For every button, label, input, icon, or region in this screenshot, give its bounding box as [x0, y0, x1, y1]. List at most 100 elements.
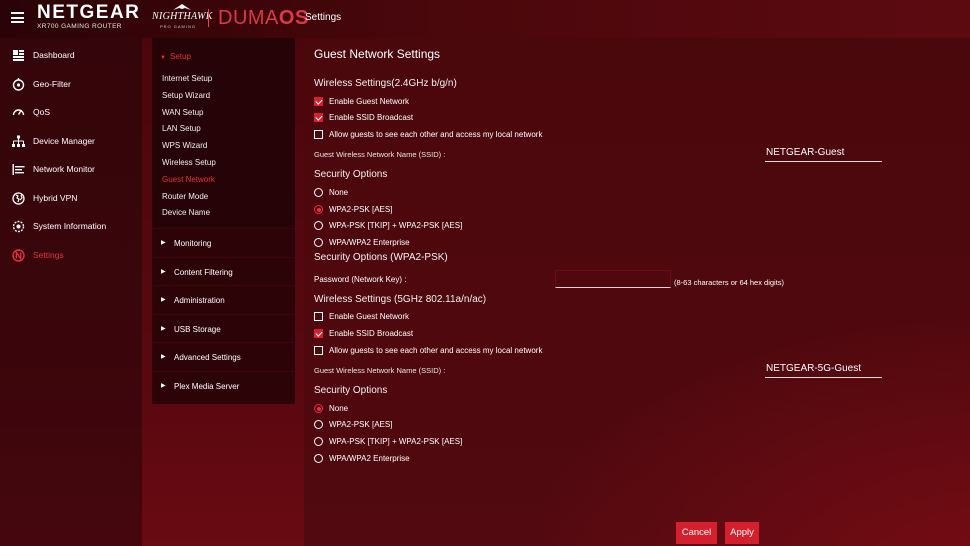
- nav-label: Geo-Filter: [33, 79, 71, 89]
- nav-label: Hybrid VPN: [33, 193, 78, 203]
- device-manager-icon: [12, 135, 25, 147]
- radio-circle[interactable]: [314, 420, 323, 429]
- nav-item-settings[interactable]: Settings: [0, 246, 142, 266]
- caret-right-icon: ▶: [161, 240, 166, 246]
- radio-label: WPA/WPA2 Enterprise: [329, 238, 410, 247]
- nav-item-network-monitor[interactable]: Network Monitor: [0, 160, 142, 180]
- group-label: Monitoring: [174, 239, 212, 248]
- checkbox-box[interactable]: [314, 312, 323, 321]
- cancel-button[interactable]: Cancel: [676, 522, 717, 544]
- radio-label: WPA-PSK [TKIP] + WPA2-PSK [AES]: [329, 437, 463, 446]
- security-options-title-5: Security Options: [314, 385, 388, 396]
- system-info-icon: [12, 220, 25, 233]
- subnav-item-wireless-setup[interactable]: Wireless Setup: [162, 158, 216, 167]
- page-title: Guest Network Settings: [314, 47, 441, 61]
- checkbox-box[interactable]: [314, 329, 323, 338]
- radio-label: WPA2-PSK [AES]: [329, 205, 393, 214]
- brand-name: NETGEAR: [37, 2, 141, 23]
- apply-button[interactable]: Apply: [725, 522, 759, 544]
- radio-label: WPA-PSK [TKIP] + WPA2-PSK [AES]: [329, 221, 463, 230]
- checkbox-label: Allow guests to see each other and acces…: [329, 346, 543, 355]
- checkbox-label: Enable SSID Broadcast: [329, 329, 414, 338]
- radio-circle[interactable]: [314, 404, 323, 413]
- subnav-item-internet-setup[interactable]: Internet Setup: [162, 74, 212, 83]
- nav-label: QoS: [33, 107, 51, 117]
- nav-label: Device Manager: [33, 136, 95, 146]
- security-options-title-24: Security Options: [314, 169, 388, 180]
- subnav-group-content-filtering[interactable]: ▶ Content Filtering: [152, 257, 295, 286]
- setup-group: ▼ Setup Internet Setup Setup Wizard WAN S…: [152, 38, 295, 228]
- section-title-5ghz: Wireless Settings (5GHz 802.11a/n/ac): [314, 294, 487, 305]
- subnav-item-wps-wizard[interactable]: WPS Wizard: [162, 141, 207, 150]
- radio-label: None: [329, 404, 349, 413]
- caret-right-icon: ▶: [161, 297, 166, 303]
- radio-circle[interactable]: [314, 437, 323, 446]
- caret-right-icon: ▶: [161, 269, 166, 275]
- checkbox-box[interactable]: [314, 346, 323, 355]
- radio-label: WPA2-PSK [AES]: [329, 420, 393, 429]
- caret-right-icon: ▶: [161, 383, 166, 389]
- nighthawk-wing-icon: [173, 4, 191, 10]
- radio-circle[interactable]: [314, 238, 323, 247]
- left-sidebar: Dashboard Geo-Filter QoS Device Manager …: [0, 38, 142, 546]
- subnav-group-advanced-settings[interactable]: ▶ Advanced Settings: [152, 342, 295, 371]
- dumaos-logo: DUMAOS: [218, 7, 309, 29]
- ssid-input-5[interactable]: NETGEAR-5G-Guest: [765, 361, 882, 378]
- checkbox-box[interactable]: [314, 130, 323, 139]
- subnav-item-lan-setup[interactable]: LAN Setup: [162, 124, 201, 133]
- checkbox-box[interactable]: [314, 113, 323, 122]
- caret-down-icon: ▼: [160, 55, 166, 61]
- subnav-item-device-name[interactable]: Device Name: [162, 208, 210, 217]
- radio-circle[interactable]: [314, 221, 323, 230]
- group-label: Content Filtering: [174, 268, 233, 277]
- nav-item-dashboard[interactable]: Dashboard: [0, 46, 142, 66]
- checkbox-label: Enable Guest Network: [329, 312, 410, 321]
- radio-circle[interactable]: [314, 188, 323, 197]
- ssid-label-24: Guest Wireless Network Name (SSID) :: [314, 150, 446, 159]
- subnav-group-setup[interactable]: ▼ Setup: [160, 52, 191, 61]
- subnav-group-administration[interactable]: ▶ Administration: [152, 285, 295, 314]
- radio-circle[interactable]: [314, 205, 323, 214]
- subnav-group-plex-media-server[interactable]: ▶ Plex Media Server: [152, 371, 295, 400]
- group-label: USB Storage: [174, 325, 221, 334]
- radio-circle[interactable]: [314, 454, 323, 463]
- header-divider: [208, 9, 209, 27]
- radio-label: None: [329, 188, 349, 197]
- netgear-logo: NETGEAR XR700 GAMING ROUTER: [37, 3, 140, 30]
- nav-item-device-manager[interactable]: Device Manager: [0, 132, 142, 152]
- password-hint: (8-63 characters or 64 hex digits): [674, 278, 785, 287]
- group-label: Plex Media Server: [174, 382, 240, 391]
- subnav-item-guest-network[interactable]: Guest Network: [162, 175, 215, 184]
- nighthawk-logo: NIGHTHAWK: [152, 11, 213, 22]
- subnav-item-wan-setup[interactable]: WAN Setup: [162, 108, 204, 117]
- dashboard-icon: [13, 50, 24, 61]
- nav-item-geo-filter[interactable]: Geo-Filter: [0, 75, 142, 95]
- subnav-group-monitoring[interactable]: ▶ Monitoring: [152, 228, 295, 257]
- settings-subnav: ▼ Setup Internet Setup Setup Wizard WAN S…: [152, 38, 295, 404]
- group-label: Advanced Settings: [174, 353, 241, 362]
- page-section-title: Settings: [305, 12, 342, 23]
- caret-right-icon: ▶: [161, 326, 166, 332]
- checkbox-label: Enable Guest Network: [329, 97, 410, 106]
- nav-item-qos[interactable]: QoS: [0, 103, 142, 123]
- subnav-item-setup-wizard[interactable]: Setup Wizard: [162, 91, 210, 100]
- nighthawk-tagline: PRO GAMING: [160, 24, 197, 29]
- main-panel: Guest Network Settings Wireless Settings…: [304, 38, 970, 546]
- ssid-label-5: Guest Wireless Network Name (SSID) :: [314, 366, 446, 375]
- checkbox-label: Enable SSID Broadcast: [329, 113, 414, 122]
- top-bar: NETGEAR XR700 GAMING ROUTER NIGHTHAWK PR…: [0, 0, 970, 38]
- router-model: XR700 GAMING ROUTER: [37, 23, 122, 30]
- password-input[interactable]: [555, 270, 671, 288]
- checkbox-box[interactable]: [314, 97, 323, 106]
- ssid-input-24[interactable]: NETGEAR-Guest: [765, 145, 882, 162]
- network-monitor-icon: [12, 164, 25, 175]
- nav-label: Network Monitor: [33, 164, 95, 174]
- hybrid-vpn-icon: [12, 192, 25, 205]
- menu-icon[interactable]: [11, 12, 24, 23]
- group-label: Setup: [170, 52, 191, 61]
- nav-item-hybrid-vpn[interactable]: Hybrid VPN: [0, 189, 142, 209]
- section-title-24ghz: Wireless Settings(2.4GHz b/g/n): [314, 78, 457, 89]
- subnav-group-usb-storage[interactable]: ▶ USB Storage: [152, 314, 295, 343]
- subnav-item-router-mode[interactable]: Router Mode: [162, 192, 208, 201]
- nav-item-system-information[interactable]: System Information: [0, 217, 142, 237]
